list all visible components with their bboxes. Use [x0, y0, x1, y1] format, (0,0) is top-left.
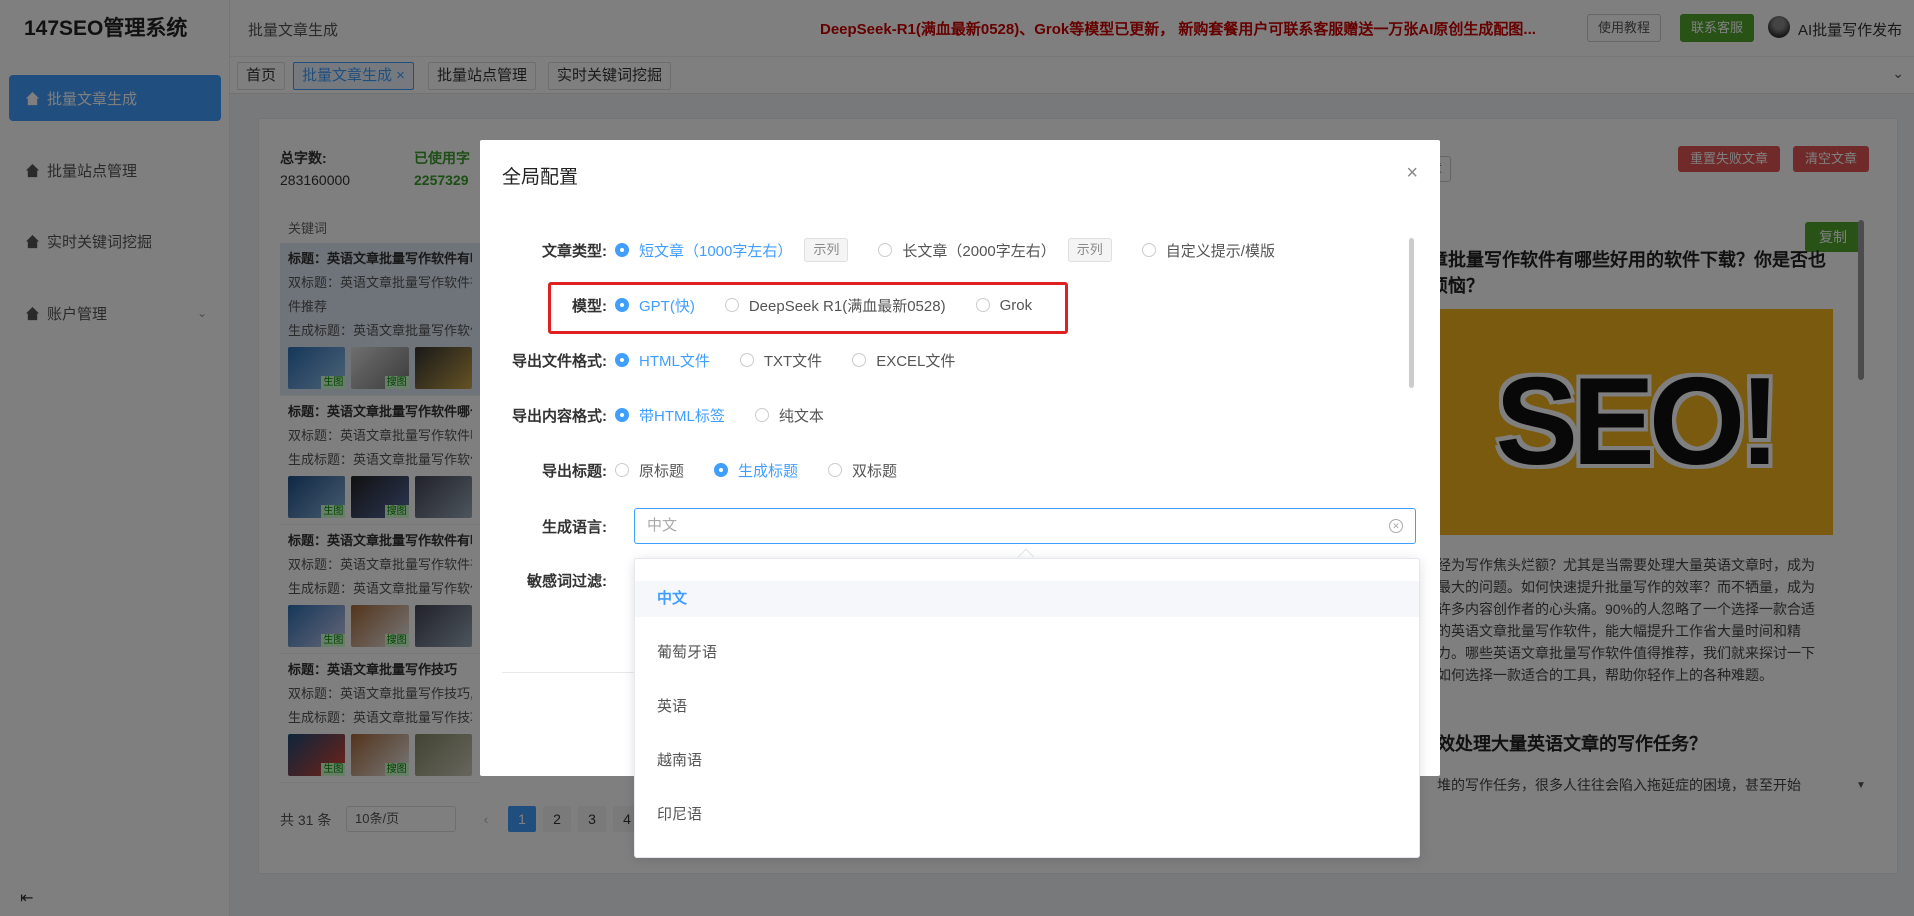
language-label: 生成语言: — [542, 518, 607, 536]
radio-html-file[interactable]: HTML文件 — [615, 350, 710, 371]
content-format-row: 导出内容格式: 带HTML标签 纯文本 — [480, 400, 854, 430]
sensitive-filter-label: 敏感词过滤: — [527, 572, 607, 590]
radio-model-gpt[interactable]: GPT(快) — [615, 295, 695, 316]
model-row: 模型: GPT(快) DeepSeek R1(满血最新0528) Grok — [480, 290, 1062, 320]
language-dropdown: 中文 葡萄牙语 英语 越南语 印尼语 — [634, 558, 1420, 858]
language-option-chinese[interactable]: 中文 — [635, 581, 1419, 617]
radio-short-article[interactable]: 短文章（1000字左右） — [615, 240, 792, 261]
clear-icon[interactable]: ✕ — [1389, 519, 1403, 533]
language-select[interactable]: 中文 ✕ — [634, 508, 1416, 544]
sensitive-row: 敏感词过滤: — [480, 565, 615, 595]
language-option-english[interactable]: 英语 — [635, 689, 1419, 725]
radio-custom-prompt[interactable]: 自定义提示/模版 — [1141, 240, 1275, 261]
close-icon[interactable]: × — [1406, 162, 1418, 185]
dialog-scrollbar[interactable] — [1409, 238, 1414, 388]
radio-excel-file[interactable]: EXCEL文件 — [852, 350, 955, 371]
article-type-label: 文章类型: — [542, 242, 607, 260]
language-option-indonesian[interactable]: 印尼语 — [635, 797, 1419, 833]
radio-dual-title[interactable]: 双标题 — [828, 460, 897, 481]
language-row: 生成语言: — [480, 511, 615, 541]
export-format-row: 导出文件格式: HTML文件 TXT文件 EXCEL文件 — [480, 345, 985, 375]
radio-txt-file[interactable]: TXT文件 — [739, 350, 822, 371]
export-format-label: 导出文件格式: — [512, 352, 607, 370]
export-title-row: 导出标题: 原标题 生成标题 双标题 — [480, 455, 927, 485]
radio-with-html-tags[interactable]: 带HTML标签 — [615, 405, 725, 426]
radio-plain-text[interactable]: 纯文本 — [754, 405, 824, 426]
dialog-title: 全局配置 — [502, 167, 579, 188]
radio-model-deepseek[interactable]: DeepSeek R1(满血最新0528) — [724, 295, 946, 316]
radio-original-title[interactable]: 原标题 — [615, 460, 684, 481]
language-option-vietnamese[interactable]: 越南语 — [635, 743, 1419, 779]
radio-long-article[interactable]: 长文章（2000字左右） — [878, 240, 1056, 261]
example-button[interactable]: 示列 — [1067, 238, 1112, 262]
example-button[interactable]: 示列 — [804, 238, 849, 262]
language-option-portuguese[interactable]: 葡萄牙语 — [635, 635, 1419, 671]
radio-model-grok[interactable]: Grok — [975, 297, 1032, 314]
model-label: 模型: — [572, 297, 607, 315]
article-type-row: 文章类型: 短文章（1000字左右） 示列 长文章（2000字左右） 示列 自定… — [480, 235, 1305, 265]
export-title-label: 导出标题: — [542, 462, 607, 480]
radio-generated-title[interactable]: 生成标题 — [714, 460, 798, 481]
language-placeholder: 中文 — [647, 517, 678, 534]
content-format-label: 导出内容格式: — [512, 407, 607, 425]
